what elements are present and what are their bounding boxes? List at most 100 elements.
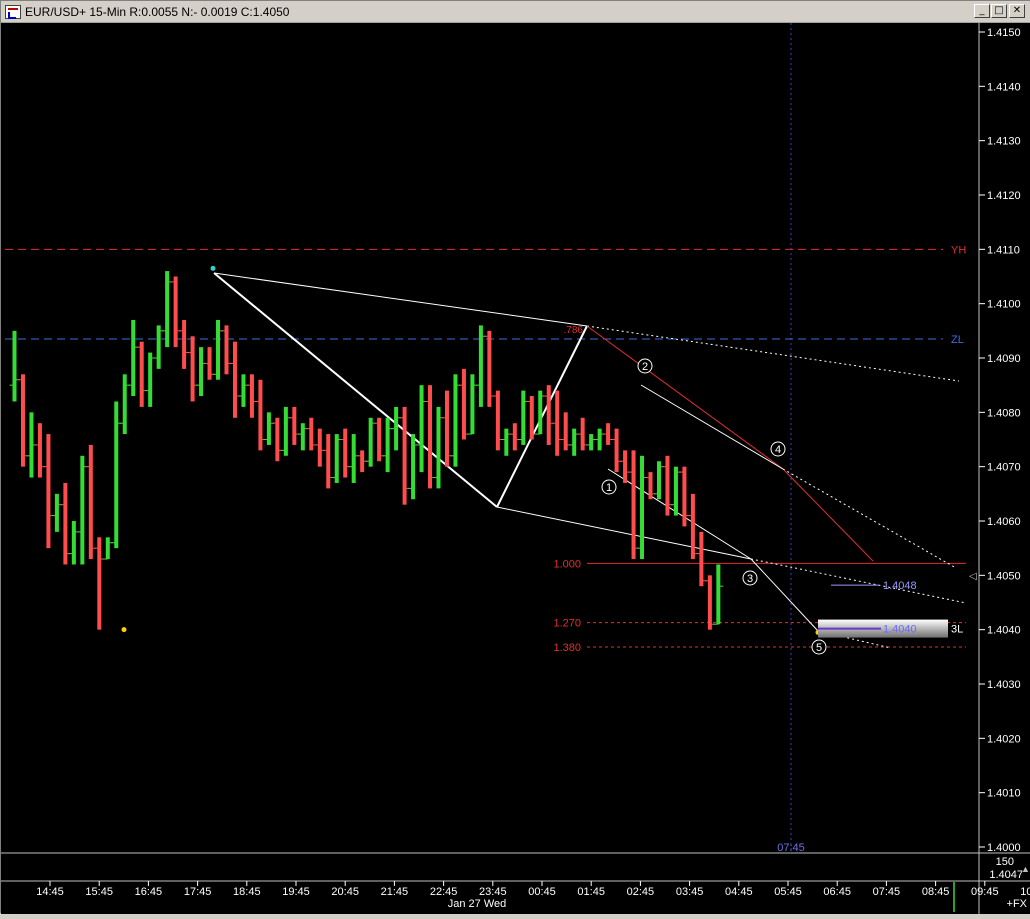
x-tick-label: 10:45 — [1020, 886, 1030, 898]
price-pointer-icon: ◁ — [969, 571, 977, 582]
title-bar[interactable]: EUR/USD+ 15-Min R:0.0055 N:- 0.0019 C:1.… — [1, 1, 1030, 23]
price-bar — [46, 434, 51, 549]
y-tick-label: 1.4000 — [987, 842, 1021, 854]
wave-label: 2 — [642, 361, 648, 373]
side-label: 3L — [951, 624, 963, 636]
chart-area[interactable]: 1.4150 1.4140 1.4130 1.4120 1.4110 1.4100 1.40… — [1, 23, 1030, 914]
x-tick-label: 04:45 — [725, 886, 753, 898]
price-bar — [470, 374, 475, 435]
price-bar — [538, 390, 543, 435]
price-bar — [453, 374, 458, 467]
price-bar — [385, 417, 390, 473]
price-bar — [461, 368, 466, 440]
price-bar — [631, 450, 636, 560]
price-bar — [428, 385, 433, 489]
y-tick-label: 1.4090 — [987, 353, 1021, 365]
symbol-tag: +FX — [1007, 898, 1028, 910]
price-bar — [377, 417, 382, 462]
x-tick-label: 03:45 — [676, 886, 704, 898]
status-indicator — [953, 882, 955, 912]
price-bar — [326, 434, 331, 489]
volume-value: 150 — [996, 856, 1014, 868]
x-tick-label: 18:45 — [233, 886, 261, 898]
fib-label: 1.270 — [553, 618, 581, 630]
price-bar — [690, 493, 695, 560]
price-bar — [54, 493, 59, 532]
price-bar — [640, 455, 645, 560]
price-bar — [20, 374, 25, 467]
price-bar — [309, 417, 314, 451]
price-bar — [478, 325, 483, 407]
price-bar — [232, 341, 237, 418]
price-bar — [275, 417, 280, 462]
price-bar — [699, 531, 704, 587]
x-tick-label: 21:45 — [381, 886, 409, 898]
price-bar — [12, 330, 17, 402]
price-bar — [224, 325, 229, 375]
price-bar — [317, 428, 322, 467]
price-bar — [173, 276, 178, 348]
y-tick-label: 1.4130 — [987, 136, 1021, 148]
price-bar — [122, 374, 127, 435]
price-bar — [487, 330, 492, 407]
price-bar — [139, 341, 144, 407]
price-bar — [156, 325, 161, 369]
price-bar — [368, 417, 373, 467]
y-tick-label: 1.4100 — [987, 299, 1021, 311]
y-tick-label: 1.4030 — [987, 679, 1021, 691]
price-bar — [444, 390, 449, 467]
price-bar — [241, 374, 246, 407]
x-tick-label: 20:45 — [331, 886, 359, 898]
price-bar — [673, 466, 678, 516]
price-bar — [131, 319, 136, 397]
y-tick-label: 1.4080 — [987, 407, 1021, 419]
price-bar — [165, 271, 170, 348]
maximize-button[interactable]: □ — [991, 4, 1007, 18]
price-bar — [63, 482, 68, 565]
last-price-value: 1.4047 — [989, 869, 1023, 881]
y-tick-label: 1.4010 — [987, 788, 1021, 800]
price-chart[interactable]: 1.4150 1.4140 1.4130 1.4120 1.4110 1.4100 1.40… — [1, 23, 1030, 914]
price-bar — [88, 444, 93, 560]
price-bar — [495, 390, 500, 451]
price-bar — [300, 423, 305, 451]
y-tick-label: 1.4060 — [987, 516, 1021, 528]
price-tag-label: 1.4048 — [883, 580, 917, 592]
x-tick-label: 05:45 — [774, 886, 802, 898]
chart-app-icon[interactable] — [5, 5, 21, 19]
retracement-label: .786 — [564, 325, 584, 336]
y-tick-label: 1.4150 — [987, 27, 1021, 39]
close-button[interactable]: ✕ — [1009, 4, 1025, 18]
x-tick-label: 07:45 — [873, 886, 901, 898]
price-bar — [105, 537, 110, 560]
x-tick-label: 22:45 — [430, 886, 458, 898]
x-tick-label: 06:45 — [823, 886, 851, 898]
wave-label: 1 — [606, 482, 612, 494]
price-bar — [707, 575, 712, 630]
minimize-button[interactable]: _ — [974, 4, 990, 18]
price-bar — [249, 374, 254, 418]
x-tick-label: 00:45 — [528, 886, 556, 898]
wave-label: 3 — [747, 573, 753, 585]
price-bar — [199, 347, 204, 397]
price-bar — [521, 390, 526, 445]
y-tick-label: 1.4040 — [987, 625, 1021, 637]
price-bar — [572, 428, 577, 456]
y-tick-label: 1.4020 — [987, 733, 1021, 745]
swing-high-dot — [210, 265, 216, 271]
price-bar — [665, 455, 670, 516]
wave-label: 4 — [775, 444, 781, 456]
x-tick-label: 23:45 — [479, 886, 507, 898]
window-title: EUR/USD+ 15-Min R:0.0055 N:- 0.0019 C:1.… — [25, 5, 290, 19]
price-bar — [402, 406, 407, 505]
price-bar — [614, 428, 619, 473]
fib-label: 1.000 — [553, 558, 581, 570]
x-tick-label: 08:45 — [922, 886, 950, 898]
chart-window: EUR/USD+ 15-Min R:0.0055 N:- 0.0019 C:1.… — [0, 0, 1030, 914]
price-bar — [546, 385, 551, 445]
price-bar — [292, 406, 297, 445]
swing-low-dot — [121, 627, 127, 633]
x-tick-label: 14:45 — [36, 886, 64, 898]
price-bar — [504, 428, 509, 456]
price-bar — [334, 434, 339, 483]
